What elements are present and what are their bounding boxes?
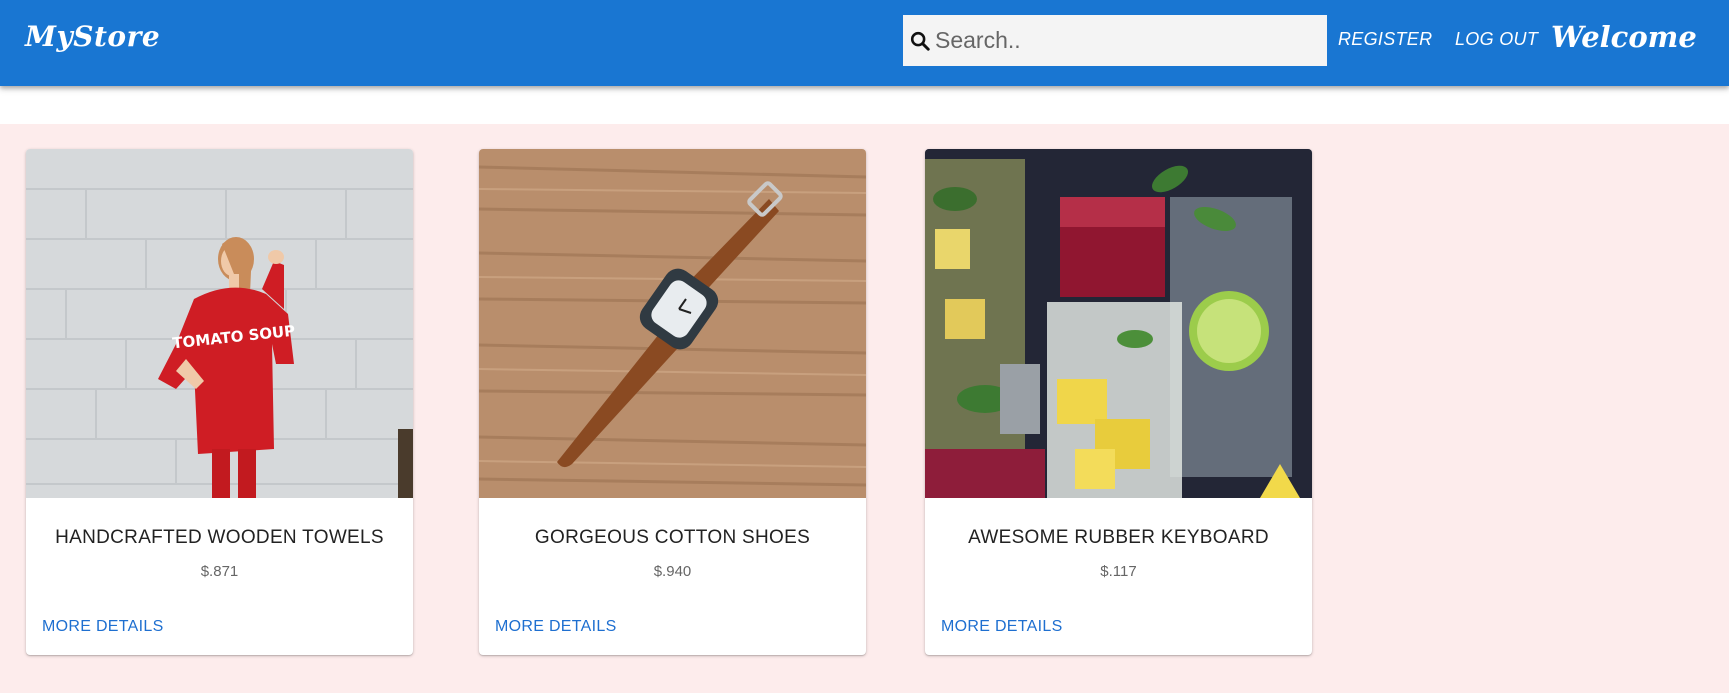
more-details-button[interactable]: MORE DETAILS bbox=[42, 618, 164, 636]
search-input[interactable] bbox=[935, 15, 1323, 66]
product-price: $.940 bbox=[653, 563, 692, 580]
search-icon bbox=[910, 31, 930, 51]
product-image-cocktails[interactable] bbox=[925, 149, 1312, 498]
register-link[interactable]: REGISTER bbox=[1338, 29, 1432, 50]
brand-logo[interactable]: MyStore bbox=[25, 20, 160, 53]
product-title: AWESOME RUBBER KEYBOARD bbox=[968, 527, 1269, 548]
logout-link[interactable]: LOG OUT bbox=[1455, 29, 1538, 50]
search-box[interactable] bbox=[903, 15, 1327, 66]
product-photo: TOMATO SOUP bbox=[26, 149, 413, 498]
product-price: $.117 bbox=[1100, 563, 1137, 580]
more-details-button[interactable]: MORE DETAILS bbox=[495, 618, 617, 636]
product-photo bbox=[479, 149, 866, 498]
product-image-woman-red-sweater[interactable]: TOMATO SOUP bbox=[26, 149, 413, 498]
product-card[interactable]: GORGEOUS COTTON SHOES $.940 MORE DETAILS bbox=[479, 149, 866, 655]
product-price: $.871 bbox=[200, 563, 239, 580]
product-card[interactable]: TOMATO SOUP HANDCRAFTED WOODEN TOWELS $.… bbox=[26, 149, 413, 655]
product-image-watch[interactable] bbox=[479, 149, 866, 498]
product-title: HANDCRAFTED WOODEN TOWELS bbox=[55, 527, 384, 548]
product-grid: TOMATO SOUP HANDCRAFTED WOODEN TOWELS $.… bbox=[0, 124, 1729, 693]
more-details-button[interactable]: MORE DETAILS bbox=[941, 618, 1063, 636]
product-photo bbox=[925, 149, 1312, 498]
product-card[interactable]: AWESOME RUBBER KEYBOARD $.117 MORE DETAI… bbox=[925, 149, 1312, 655]
app-bar: MyStore REGISTER LOG OUT Welcome bbox=[0, 0, 1729, 86]
welcome-text: Welcome bbox=[1551, 20, 1697, 54]
product-title: GORGEOUS COTTON SHOES bbox=[534, 527, 811, 548]
